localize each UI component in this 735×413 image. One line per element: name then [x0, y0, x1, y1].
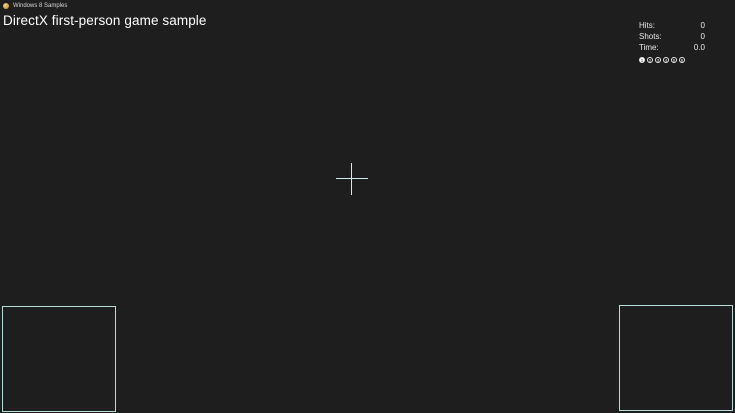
- sample-app-icon: [3, 3, 9, 9]
- level-indicator-4: 4: [663, 57, 669, 63]
- stat-label: Hits:: [639, 21, 655, 30]
- app-title: Windows 8 Samples: [13, 3, 68, 9]
- stat-label: Time:: [639, 43, 659, 52]
- level-indicators: 1 2 3 4 5 6: [639, 57, 685, 63]
- crosshair-horizontal: [336, 178, 368, 179]
- stat-label: Shots:: [639, 32, 662, 41]
- stat-value: 0: [700, 21, 705, 30]
- stat-time: Time: 0.0: [639, 42, 705, 53]
- game-title: DirectX first-person game sample: [3, 13, 207, 28]
- level-indicator-3: 3: [655, 57, 661, 63]
- stat-hits: Hits: 0: [639, 20, 705, 31]
- level-indicator-6: 6: [679, 57, 685, 63]
- level-indicator-1: 1: [639, 57, 645, 63]
- fire-touch-zone[interactable]: [619, 305, 733, 411]
- stat-value: 0: [700, 32, 705, 41]
- stat-value: 0.0: [693, 43, 705, 52]
- crosshair-vertical: [351, 163, 352, 195]
- stat-shots: Shots: 0: [639, 31, 705, 42]
- level-indicator-2: 2: [647, 57, 653, 63]
- game-screen[interactable]: Windows 8 Samples DirectX first-person g…: [0, 0, 735, 413]
- app-title-bar: Windows 8 Samples: [3, 1, 67, 11]
- level-indicator-5: 5: [671, 57, 677, 63]
- crosshair: [336, 163, 368, 195]
- move-touch-zone[interactable]: [2, 306, 116, 412]
- hud-stats: Hits: 0 Shots: 0 Time: 0.0: [639, 20, 705, 53]
